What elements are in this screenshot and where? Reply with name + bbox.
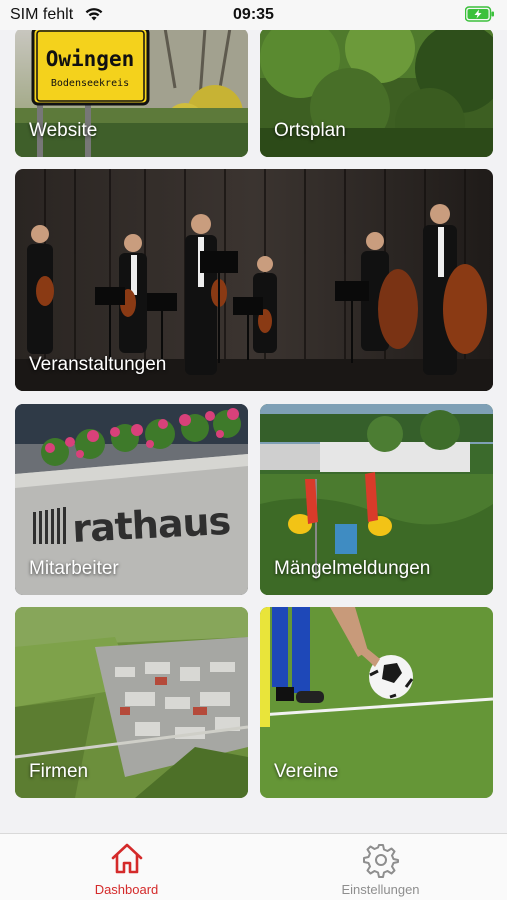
tile-firmen-label: Firmen bbox=[29, 761, 89, 782]
tile-vereine-label: Vereine bbox=[274, 761, 339, 782]
sign-town: Owingen bbox=[46, 47, 135, 71]
tile-maengelmeldungen-label: Mängelmeldungen bbox=[274, 558, 431, 579]
tab-dashboard-label: Dashboard bbox=[94, 882, 159, 897]
tile-veranstaltungen-label: Veranstaltungen bbox=[29, 354, 167, 375]
sign-district: Bodenseekreis bbox=[51, 78, 129, 89]
home-icon bbox=[110, 842, 144, 881]
tile-mitarbeiter-label: Mitarbeiter bbox=[29, 558, 119, 579]
tab-dashboard[interactable]: Dashboard bbox=[0, 834, 253, 900]
tile-firmen[interactable]: Firmen bbox=[15, 607, 248, 798]
gear-icon bbox=[362, 842, 399, 883]
tab-bar: Dashboard Einstellungen bbox=[0, 833, 507, 900]
building-lettering: rathaus bbox=[71, 499, 231, 551]
tile-mitarbeiter[interactable]: rathaus Mitarbeiter bbox=[15, 404, 248, 595]
tile-maengelmeldungen[interactable]: Mängelmeldungen bbox=[260, 404, 493, 595]
tile-ortsplan[interactable]: Ortsplan bbox=[260, 28, 493, 157]
clock: 09:35 bbox=[233, 6, 274, 23]
tile-website[interactable]: Owingen Bodenseekreis Website bbox=[15, 28, 248, 157]
battery-icon bbox=[464, 6, 495, 27]
tile-website-label: Website bbox=[29, 120, 98, 141]
tile-vereine[interactable]: Vereine bbox=[260, 607, 493, 798]
status-bar: SIM fehlt 09:35 bbox=[0, 0, 507, 30]
tab-einstellungen-label: Einstellungen bbox=[341, 882, 420, 897]
tab-einstellungen[interactable]: Einstellungen bbox=[254, 834, 507, 900]
tile-veranstaltungen[interactable]: Veranstaltungen bbox=[15, 169, 493, 391]
tile-ortsplan-label: Ortsplan bbox=[274, 120, 346, 141]
